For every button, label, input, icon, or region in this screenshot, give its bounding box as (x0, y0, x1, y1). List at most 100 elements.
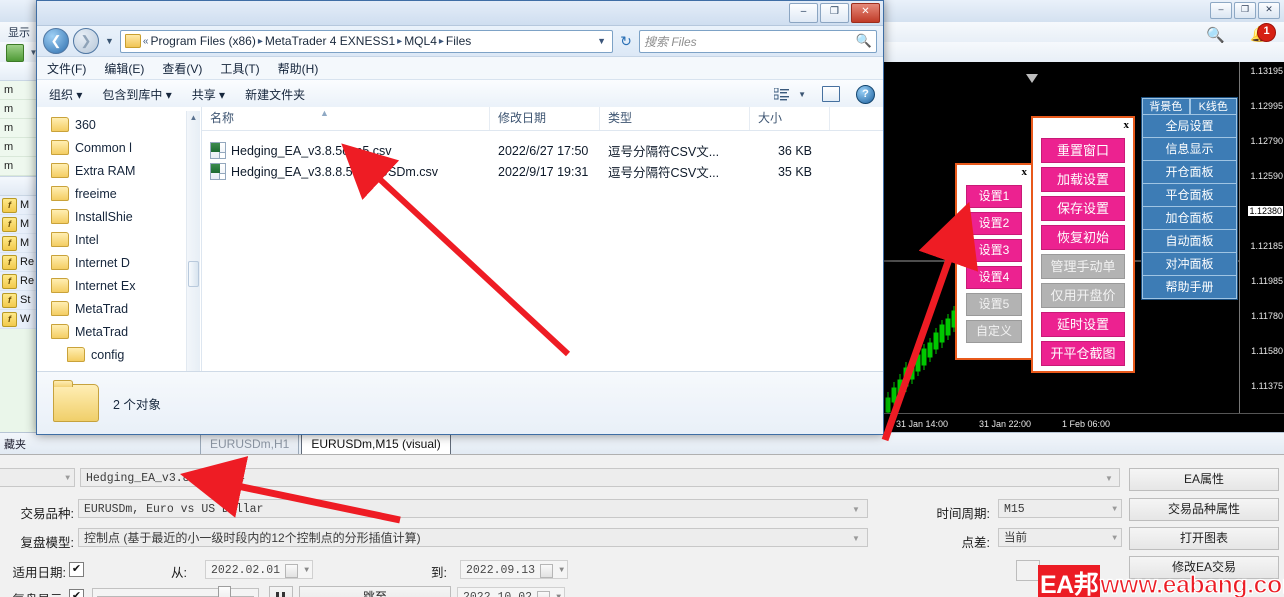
breadcrumb-overflow[interactable]: « (143, 36, 149, 47)
table-row[interactable]: Hedging_EA_v3.8.8.5EURUSDm.csv 2022/9/17… (202, 161, 883, 182)
scrollbar-thumb[interactable] (188, 261, 199, 287)
explorer-window-buttons[interactable]: – ❐ ✕ (789, 3, 880, 23)
explorer-view-controls[interactable]: ▼ ? (773, 84, 875, 104)
tree-item-extra-ram[interactable]: Extra RAM (37, 159, 201, 182)
mt4-restore-button[interactable]: ❐ (1234, 2, 1256, 19)
model-combo-chevron[interactable]: ▼ (852, 528, 868, 547)
mt4-search-icon[interactable]: 🔍 (1206, 26, 1225, 44)
chart-tab-strip[interactable]: EURUSDm,H1 EURUSDm,M15 (visual) (200, 433, 453, 454)
mt4-close-button[interactable]: ✕ (1258, 2, 1280, 19)
file-name-cell[interactable]: Hedging_EA_v3.8.8.5EURUSDm.csv (202, 163, 490, 180)
explorer-titlebar[interactable]: – ❐ ✕ (37, 1, 883, 26)
visual-speed-slider[interactable] (92, 586, 259, 597)
include-in-library-button[interactable]: 包含到库中 ▾ (102, 86, 171, 103)
tree-item-config[interactable]: config (37, 343, 201, 366)
breadcrumb-part-metatrader[interactable]: MetaTrader 4 EXNESS1 (265, 34, 395, 48)
symbol-combo-chevron[interactable]: ▼ (852, 499, 868, 518)
visual-mode-checkbox[interactable]: ✔ (69, 589, 84, 597)
mt4-new-order-icon[interactable] (6, 44, 24, 62)
restore-defaults-button[interactable]: 恢复初始 (1041, 225, 1125, 250)
date-range-checkbox[interactable]: ✔ (69, 562, 84, 577)
symbol-input[interactable]: EURUSDm, Euro vs US Dollar (78, 499, 868, 518)
tree-item-internet-ex[interactable]: Internet Ex (37, 274, 201, 297)
chart-tab-eurusdm-h1[interactable]: EURUSDm,H1 (200, 433, 300, 454)
back-button[interactable]: ❮ (43, 28, 69, 54)
organize-button[interactable]: 组织 ▾ (49, 86, 82, 103)
expert-type-combo[interactable]: ▼ (0, 468, 75, 487)
tree-item-metatrader-2[interactable]: MetaTrad (37, 320, 201, 343)
tree-item-common[interactable]: Common l (37, 136, 201, 159)
pause-button[interactable] (269, 586, 293, 597)
skip-to-button[interactable]: 跳至 (299, 586, 451, 597)
chevron-down-icon[interactable]: ▼ (304, 561, 309, 580)
mt4-notification-count-badge[interactable]: 1 (1257, 23, 1276, 42)
column-header-type[interactable]: 类型 (600, 107, 750, 130)
help-icon[interactable]: ? (856, 84, 875, 104)
share-button[interactable]: 共享 ▾ (192, 86, 225, 103)
chart-tab-eurusdm-m15-visual[interactable]: EURUSDm,M15 (visual) (301, 433, 451, 454)
file-explorer-window[interactable]: – ❐ ✕ ❮ ❯ ▼ « Program Files (x86) ▸ Meta… (36, 0, 884, 435)
info-display-button[interactable]: 信息显示 (1142, 138, 1237, 161)
menu-help[interactable]: 帮助(H) (278, 60, 319, 77)
preset-button-5[interactable]: 设置5 (966, 293, 1022, 316)
delay-settings-button[interactable]: 延时设置 (1041, 312, 1125, 337)
auto-panel-button[interactable]: 自动面板 (1142, 230, 1237, 253)
preset-button-2[interactable]: 设置2 (966, 212, 1022, 235)
to-date-input[interactable]: 2022.09.13 ▼ (460, 560, 568, 579)
background-color-button[interactable]: 背景色 (1142, 98, 1190, 115)
hedge-panel-button[interactable]: 对冲面板 (1142, 253, 1237, 276)
close-position-panel-button[interactable]: 平仓面板 (1142, 184, 1237, 207)
scroll-up-icon[interactable]: ▲ (187, 111, 200, 124)
column-header-modified[interactable]: 修改日期 (490, 107, 600, 130)
menu-edit[interactable]: 编辑(E) (104, 60, 144, 77)
trade-screenshot-button[interactable]: 开平仓截图 (1041, 341, 1125, 366)
recent-locations-chevron-icon[interactable]: ▼ (105, 36, 114, 46)
model-input[interactable]: 控制点 (基于最近的小一级时段内的12个控制点的分形插值计算) (78, 528, 868, 547)
optimize-checkbox[interactable] (1016, 560, 1040, 581)
chevron-down-icon[interactable]: ▼ (1112, 529, 1117, 548)
mt4-window-buttons[interactable]: – ❐ ✕ (1210, 2, 1280, 19)
spread-combo[interactable]: 当前 ▼ (998, 528, 1122, 547)
reset-window-button[interactable]: 重置窗口 (1041, 138, 1125, 163)
address-bar[interactable]: « Program Files (x86) ▸ MetaTrader 4 EXN… (119, 29, 613, 53)
explorer-menubar[interactable]: 文件(F) 编辑(E) 查看(V) 工具(T) 帮助(H) (37, 57, 883, 80)
explorer-close-button[interactable]: ✕ (851, 3, 880, 23)
file-list-header[interactable]: 名称 ▲ 修改日期 类型 大小 (202, 107, 883, 131)
chevron-down-icon[interactable]: ▼ (556, 588, 561, 597)
chart-options-panel[interactable]: 背景色 K线色 全局设置 信息显示 开仓面板 平仓面板 加仓面板 自动面板 对冲… (1141, 97, 1238, 300)
column-header-size[interactable]: 大小 (750, 107, 830, 130)
explorer-navigation-bar[interactable]: ❮ ❯ ▼ « Program Files (x86) ▸ MetaTrader… (37, 26, 883, 57)
open-position-panel-button[interactable]: 开仓面板 (1142, 161, 1237, 184)
chevron-down-icon[interactable]: ▼ (65, 469, 70, 488)
preset-button-1[interactable]: 设置1 (966, 185, 1022, 208)
slider-thumb[interactable] (218, 586, 231, 597)
breadcrumb-part-files[interactable]: Files (446, 34, 471, 48)
calendar-icon[interactable] (537, 591, 550, 597)
menu-file[interactable]: 文件(F) (47, 60, 86, 77)
chevron-down-icon[interactable]: ▼ (852, 505, 860, 514)
breadcrumb-part-mql4[interactable]: MQL4 (404, 34, 437, 48)
global-settings-button[interactable]: 全局设置 (1142, 115, 1237, 138)
menu-view[interactable]: 查看(V) (162, 60, 202, 77)
column-header-name[interactable]: 名称 ▲ (202, 107, 490, 130)
tree-item-intel[interactable]: Intel (37, 228, 201, 251)
search-icon[interactable]: 🔍 (856, 33, 872, 49)
open-chart-button[interactable]: 打开图表 (1129, 527, 1279, 550)
help-manual-button[interactable]: 帮助手册 (1142, 276, 1237, 299)
preview-pane-icon[interactable] (822, 86, 840, 102)
from-date-input[interactable]: 2022.02.01 ▼ (205, 560, 313, 579)
chevron-down-icon[interactable]: ▼ (1105, 474, 1113, 483)
chevron-down-icon[interactable]: ▼ (852, 534, 860, 543)
calendar-icon[interactable] (285, 564, 298, 578)
candle-color-button[interactable]: K线色 (1189, 98, 1237, 115)
file-name-cell[interactable]: Hedging_EA_v3.8.5con5.csv (202, 142, 490, 159)
table-row[interactable]: Hedging_EA_v3.8.5con5.csv 2022/6/27 17:5… (202, 140, 883, 161)
chevron-down-icon[interactable]: ▼ (1112, 500, 1117, 519)
explorer-restore-button[interactable]: ❐ (820, 3, 849, 23)
symbol-properties-button[interactable]: 交易品种属性 (1129, 498, 1279, 521)
add-position-panel-button[interactable]: 加仓面板 (1142, 207, 1237, 230)
ea-main-panel[interactable]: x 重置窗口 加载设置 保存设置 恢复初始 管理手动单 仅用开盘价 延时设置 开… (1031, 116, 1135, 373)
favorites-tab[interactable]: 藏夹 (0, 434, 30, 454)
forward-button[interactable]: ❯ (73, 28, 99, 54)
preset-button-custom[interactable]: 自定义 (966, 320, 1022, 343)
